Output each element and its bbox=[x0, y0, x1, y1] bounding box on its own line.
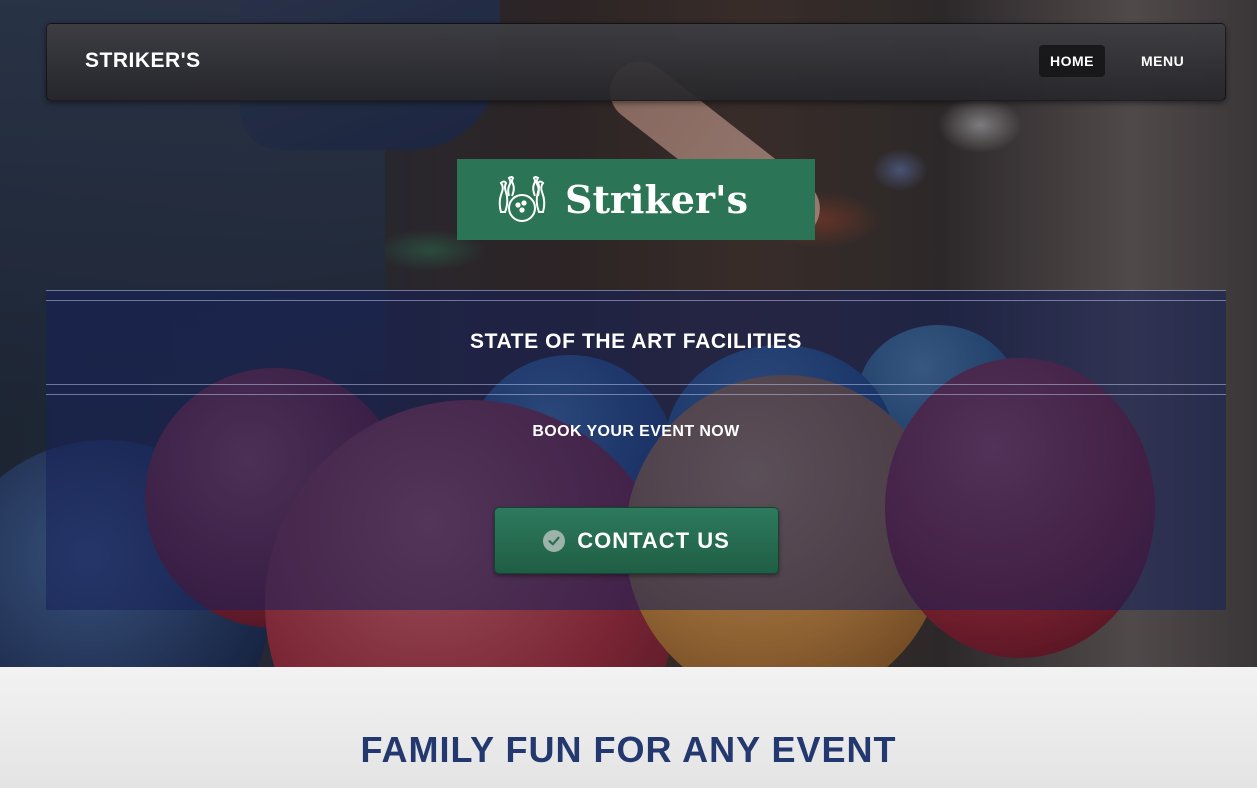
divider bbox=[46, 300, 1226, 301]
brand-link[interactable]: STRIKER'S bbox=[85, 49, 201, 73]
bowling-pins-icon bbox=[498, 175, 546, 222]
top-navbar: STRIKER'S HOME MENU bbox=[46, 23, 1226, 101]
section-title: FAMILY FUN FOR ANY EVENT bbox=[360, 729, 897, 770]
nav-home-link[interactable]: HOME bbox=[1039, 45, 1105, 77]
hero-headline: STATE OF THE ART FACILITIES bbox=[470, 330, 802, 353]
logo-text: Striker's bbox=[565, 177, 749, 222]
hero-panel: STATE OF THE ART FACILITIES BOOK YOUR EV… bbox=[46, 290, 1226, 610]
divider bbox=[46, 394, 1226, 395]
check-circle-icon bbox=[543, 529, 566, 552]
divider bbox=[46, 384, 1226, 385]
contact-us-label: CONTACT US bbox=[577, 527, 730, 553]
nav-menu-link[interactable]: MENU bbox=[1130, 45, 1195, 77]
contact-us-button[interactable]: CONTACT US bbox=[494, 507, 779, 574]
strikers-logo[interactable]: Striker's bbox=[457, 159, 815, 240]
divider bbox=[46, 290, 1226, 291]
family-fun-section: FAMILY FUN FOR ANY EVENT bbox=[0, 667, 1257, 788]
hero-subline: BOOK YOUR EVENT NOW bbox=[532, 423, 740, 440]
